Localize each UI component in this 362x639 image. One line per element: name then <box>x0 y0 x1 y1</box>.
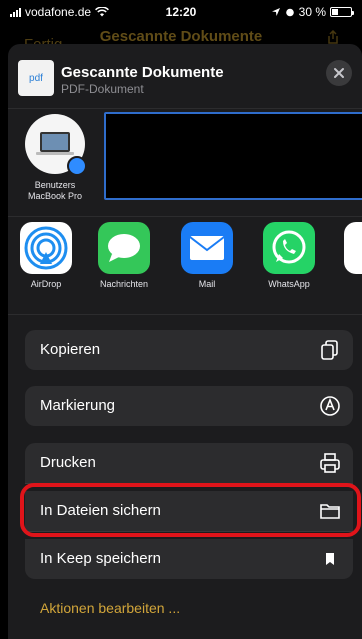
app-partial-icon <box>344 222 362 274</box>
device-avatar <box>25 114 87 176</box>
app-label-whatsapp: WhatsApp <box>268 279 310 289</box>
action-label-save-to-keep: In Keep speichern <box>40 550 161 567</box>
app-label-messages: Nachrichten <box>99 279 149 289</box>
laptop-icon <box>36 132 74 155</box>
edit-actions-link[interactable]: Aktionen bearbeiten ... <box>40 600 180 616</box>
status-right: 30 % <box>271 5 354 19</box>
airdrop-device[interactable]: Benutzers MacBook Pro <box>20 114 90 202</box>
airdrop-suggestions: Benutzers MacBook Pro <box>8 110 362 216</box>
bookmark-icon <box>326 553 334 565</box>
alarm-icon <box>285 8 294 17</box>
divider <box>8 314 362 315</box>
action-label-copy: Kopieren <box>40 341 101 358</box>
action-print[interactable]: Drucken <box>25 443 353 483</box>
divider <box>8 108 362 109</box>
action-save-to-keep[interactable]: In Keep speichern <box>25 539 353 579</box>
app-messages[interactable]: Nachrichten <box>92 222 156 289</box>
app-label-airdrop: AirDrop <box>30 279 62 289</box>
share-sheet: pdf Gescannte Dokumente PDF-Dokument Ben… <box>8 44 362 639</box>
share-icon <box>328 30 338 44</box>
pdf-thumbnail-label: pdf <box>29 72 43 84</box>
whatsapp-icon <box>263 222 315 274</box>
divider <box>8 216 362 217</box>
action-label-markup: Markierung <box>40 397 116 414</box>
app-mail[interactable]: Mail <box>175 222 239 289</box>
apps-row: AirDrop Nachrichten Mail WhatsApp <box>8 222 362 292</box>
app-more[interactable] <box>344 222 362 274</box>
device-label-line2: MacBook Pro <box>27 191 83 201</box>
device-label-line1: Benutzers <box>34 180 76 190</box>
pdf-thumbnail: pdf <box>18 60 54 96</box>
close-button[interactable] <box>326 60 352 86</box>
action-copy[interactable]: Kopieren <box>25 330 353 370</box>
document-subtitle: PDF-Dokument <box>61 82 144 96</box>
document-title: Gescannte Dokumente <box>61 64 224 81</box>
app-label-mail: Mail <box>198 279 216 289</box>
mail-icon <box>181 222 233 274</box>
battery-percent: 30 % <box>298 5 326 19</box>
copy-icon <box>321 340 338 360</box>
app-airdrop[interactable]: AirDrop <box>14 222 78 289</box>
background-title: Gescannte Dokumente <box>99 28 263 45</box>
markup-icon <box>320 396 340 416</box>
airdrop-badge-icon <box>67 156 87 176</box>
highlight-box <box>20 483 361 537</box>
airdrop-icon <box>20 222 72 274</box>
share-sheet-header: pdf Gescannte Dokumente PDF-Dokument <box>8 44 362 106</box>
document-preview <box>104 112 362 200</box>
background-nav: Fertig Gescannte Dokumente <box>0 24 362 53</box>
status-bar: vodafone.de 12:20 30 % <box>0 0 362 24</box>
messages-icon <box>98 222 150 274</box>
close-icon <box>334 68 344 78</box>
print-icon <box>320 453 340 473</box>
location-icon <box>271 8 280 16</box>
battery-icon <box>330 7 354 17</box>
action-markup[interactable]: Markierung <box>25 386 353 426</box>
action-label-print: Drucken <box>40 454 96 471</box>
app-whatsapp[interactable]: WhatsApp <box>257 222 321 289</box>
